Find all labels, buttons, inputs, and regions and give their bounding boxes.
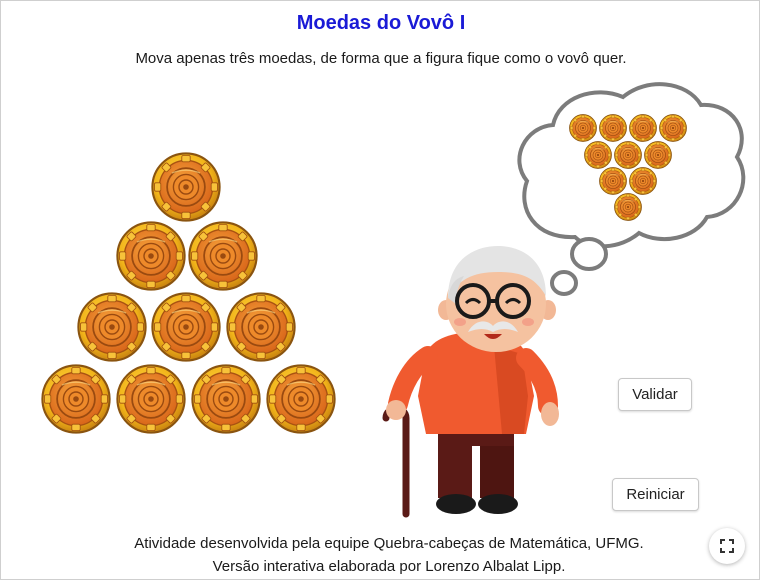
coin[interactable]: [116, 364, 186, 434]
applet-canvas: Moedas do Vovô I Mova apenas três moedas…: [0, 0, 760, 580]
target-coin: [659, 114, 687, 142]
coin[interactable]: [151, 292, 221, 362]
coin[interactable]: [151, 152, 221, 222]
instruction-text: Mova apenas três moedas, de forma que a …: [135, 50, 627, 67]
fullscreen-button[interactable]: [709, 528, 745, 564]
target-coin: [614, 193, 642, 221]
target-coin: [599, 167, 627, 195]
reset-button[interactable]: Reiniciar: [612, 478, 699, 511]
fullscreen-icon: [720, 539, 734, 553]
validate-button[interactable]: Validar: [618, 378, 692, 411]
page-title: Moedas do Vovô I: [296, 12, 466, 34]
target-coin: [629, 167, 657, 195]
target-coin: [569, 114, 597, 142]
coin[interactable]: [188, 221, 258, 291]
coin[interactable]: [191, 364, 261, 434]
grandfather-illustration: [382, 246, 559, 518]
credits-line-1: Atividade desenvolvida pela equipe Quebr…: [134, 535, 644, 552]
credits-line-2: Versão interativa elaborada por Lorenzo …: [212, 558, 566, 575]
coin[interactable]: [77, 292, 147, 362]
target-coin: [584, 141, 612, 169]
target-coin: [644, 141, 672, 169]
target-coin: [599, 114, 627, 142]
coin[interactable]: [266, 364, 336, 434]
target-coin: [614, 141, 642, 169]
coin[interactable]: [226, 292, 296, 362]
target-coin: [629, 114, 657, 142]
coin[interactable]: [116, 221, 186, 291]
coin[interactable]: [41, 364, 111, 434]
